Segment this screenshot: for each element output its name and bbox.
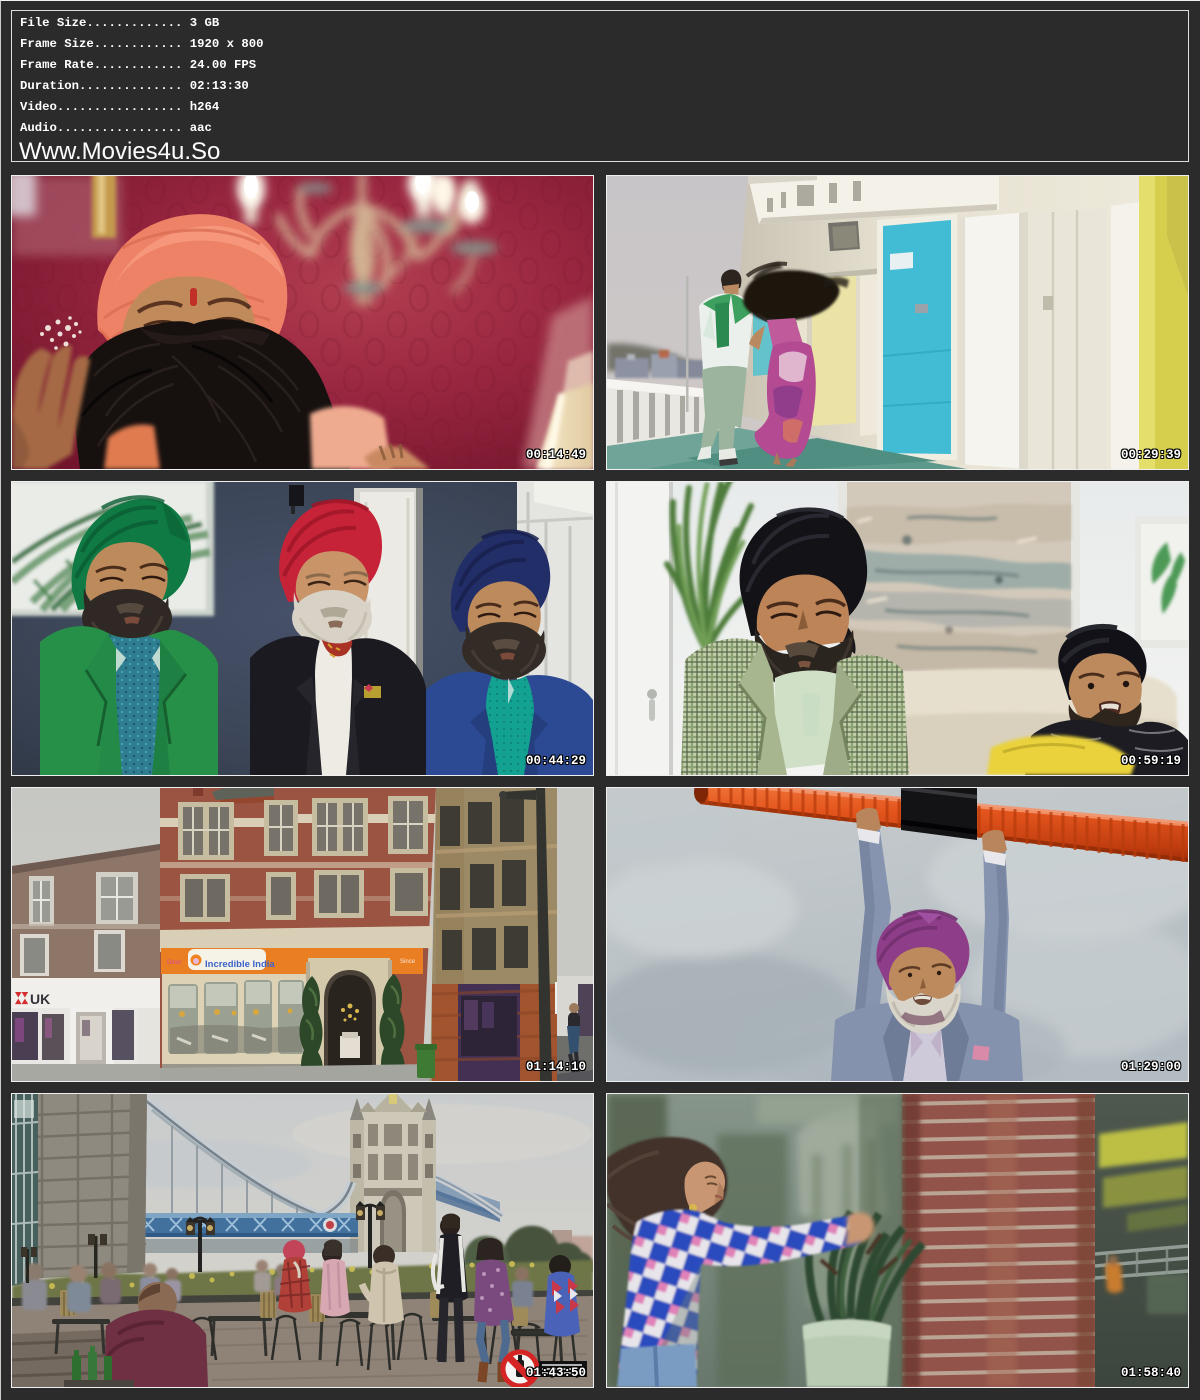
- svg-text:Diner: Diner: [167, 960, 181, 966]
- svg-text:Incredible India: Incredible India: [205, 959, 275, 970]
- svg-text:UK: UK: [30, 991, 50, 1007]
- svg-text:Since: Since: [400, 959, 416, 965]
